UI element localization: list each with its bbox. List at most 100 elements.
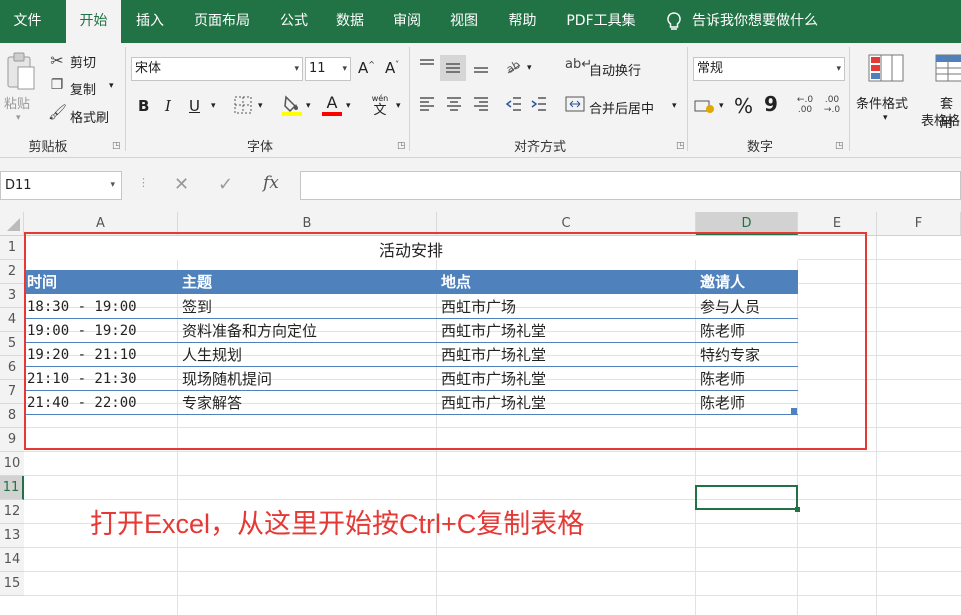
gridline (24, 571, 961, 572)
row-header[interactable]: 5 (0, 332, 24, 356)
grow-font-button[interactable]: A^ (358, 59, 375, 77)
align-center-icon[interactable] (443, 95, 465, 117)
font-launcher-icon[interactable]: ◳ (397, 141, 406, 151)
tab-view[interactable]: 视图 (438, 0, 490, 43)
comma-button[interactable]: 9 (764, 92, 778, 116)
merge-dropdown-icon[interactable]: ▾ (672, 101, 677, 111)
number-launcher-icon[interactable]: ◳ (835, 141, 844, 151)
conditional-format-dropdown-icon[interactable]: ▾ (883, 113, 888, 123)
decrease-decimal-icon[interactable]: .00 →.0 (820, 95, 844, 115)
shrink-font-button[interactable]: A˅ (385, 59, 399, 77)
alignment-launcher-icon[interactable]: ◳ (676, 141, 685, 151)
svg-text:ab: ab (504, 58, 522, 76)
border-dropdown-icon[interactable]: ▾ (258, 101, 263, 111)
tab-pdf-tools[interactable]: PDF工具集 (556, 0, 646, 43)
highlight-box (24, 232, 867, 450)
column-header-f[interactable]: F (877, 212, 961, 235)
phonetic-button[interactable]: wén 文 (368, 93, 392, 117)
tab-file[interactable]: 文件 (0, 0, 55, 43)
border-icon[interactable] (232, 95, 254, 119)
phonetic-dropdown-icon[interactable]: ▾ (396, 101, 401, 111)
row-header[interactable]: 3 (0, 284, 24, 308)
table-format-button-bottom[interactable]: 表格格 (921, 110, 960, 129)
percent-button[interactable]: % (734, 94, 753, 118)
active-cell-d11[interactable] (695, 485, 798, 510)
row-header[interactable]: 2 (0, 260, 24, 284)
row-header[interactable]: 14 (0, 548, 24, 572)
orientation-icon[interactable]: ab (503, 56, 525, 80)
formula-input[interactable] (300, 171, 961, 200)
row-header[interactable]: 1 (0, 236, 24, 260)
font-color-dropdown-icon[interactable]: ▾ (346, 101, 351, 111)
tab-page-layout[interactable]: 页面布局 (182, 0, 262, 43)
row-header[interactable]: 10 (0, 452, 24, 476)
clipboard-launcher-icon[interactable]: ◳ (112, 141, 121, 151)
divider (409, 47, 410, 151)
font-size-select[interactable]: 11 ▾ (305, 57, 351, 81)
alignment-group-label: 对齐方式 (513, 140, 566, 155)
lightbulb-icon (660, 0, 688, 43)
tab-help[interactable]: 帮助 (495, 0, 550, 43)
accounting-format-icon[interactable] (693, 97, 717, 119)
paste-dropdown-icon[interactable]: ▾ (16, 113, 21, 123)
fill-color-dropdown-icon[interactable]: ▾ (306, 101, 311, 111)
row-header-active[interactable]: 11 (0, 476, 24, 500)
underline-button[interactable]: U (189, 97, 200, 115)
conditional-format-button[interactable]: 条件格式 (856, 93, 908, 112)
tab-review[interactable]: 审阅 (381, 0, 433, 43)
table-format-icon (934, 53, 961, 85)
orientation-dropdown-icon[interactable]: ▾ (527, 63, 532, 73)
align-bottom-icon[interactable] (470, 57, 492, 79)
tab-insert[interactable]: 插入 (124, 0, 176, 43)
merge-center-icon (565, 95, 585, 117)
row-header[interactable]: 12 (0, 500, 24, 524)
merge-center-button[interactable]: 合并后居中 (589, 98, 654, 117)
accounting-dropdown-icon[interactable]: ▾ (719, 101, 724, 111)
tell-me-search[interactable]: 告诉我你想要做什么 (692, 0, 832, 43)
cancel-icon[interactable]: ✕ (174, 174, 189, 195)
tab-home[interactable]: 开始 (66, 0, 121, 43)
name-box[interactable]: D11 ▾ (0, 171, 122, 200)
gridline (24, 547, 961, 548)
gridline (24, 595, 961, 596)
decrease-indent-icon[interactable] (503, 95, 525, 117)
tab-formulas[interactable]: 公式 (268, 0, 320, 43)
format-painter-button[interactable]: 格式刷 (70, 107, 109, 126)
font-color-button[interactable]: A (322, 93, 342, 116)
underline-dropdown-icon[interactable]: ▾ (211, 101, 216, 111)
paste-icon[interactable] (4, 51, 38, 91)
copy-button[interactable]: 复制 (70, 79, 96, 98)
row-header[interactable]: 4 (0, 308, 24, 332)
increase-indent-icon[interactable] (528, 95, 550, 117)
gridline (24, 475, 961, 476)
bold-button[interactable]: B (138, 97, 149, 115)
row-header[interactable]: 8 (0, 404, 24, 428)
tab-data[interactable]: 数据 (324, 0, 376, 43)
align-right-icon[interactable] (470, 95, 492, 117)
fill-handle[interactable] (795, 507, 800, 512)
row-header[interactable]: 9 (0, 428, 24, 452)
gridline (24, 451, 961, 452)
number-group-label: 数字 (746, 140, 773, 155)
insert-function-button[interactable]: fx (263, 173, 279, 193)
row-header[interactable]: 15 (0, 572, 24, 596)
cut-button[interactable]: 剪切 (70, 52, 96, 71)
align-middle-icon[interactable] (440, 55, 466, 81)
paste-button[interactable]: 粘贴 (4, 93, 30, 112)
italic-button[interactable]: I (165, 97, 171, 115)
divider (687, 47, 688, 151)
wrap-text-button[interactable]: 自动换行 (589, 60, 641, 79)
row-header[interactable]: 6 (0, 356, 24, 380)
font-name-select[interactable]: 宋体 ▾ (131, 57, 303, 81)
row-header[interactable]: 13 (0, 524, 24, 548)
row-header[interactable]: 7 (0, 380, 24, 404)
fill-color-icon[interactable] (280, 93, 304, 121)
copy-dropdown-icon[interactable]: ▾ (109, 81, 114, 91)
enter-icon[interactable]: ✓ (218, 174, 233, 195)
select-all-corner[interactable] (0, 212, 24, 235)
increase-decimal-icon[interactable]: ←.0.00 (793, 95, 817, 115)
align-top-icon[interactable] (416, 57, 438, 79)
align-left-icon[interactable] (416, 95, 438, 117)
gridline (876, 236, 877, 615)
number-format-select[interactable]: 常规 ▾ (693, 57, 845, 81)
